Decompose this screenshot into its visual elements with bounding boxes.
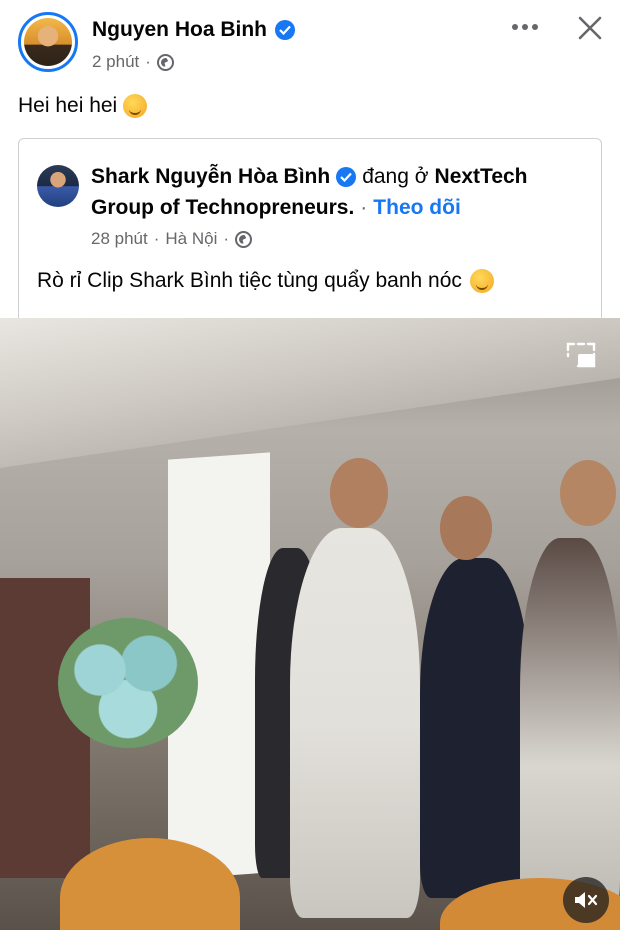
- partying-face-emoji: [123, 94, 148, 118]
- meta-separator: ·: [145, 52, 151, 71]
- shared-author-name[interactable]: Shark Nguyễn Hòa Bình: [91, 165, 330, 189]
- more-dot: [532, 24, 538, 30]
- video-scene-head: [440, 496, 492, 560]
- video-scene-person: [420, 558, 530, 898]
- video-scene-person: [520, 538, 620, 918]
- smirking-face-emoji: [469, 269, 494, 293]
- picture-in-picture-icon: [566, 342, 596, 368]
- shared-post-text: Rò rỉ Clip Shark Bình tiệc tùng quẩy ban…: [37, 269, 494, 293]
- author-name[interactable]: Nguyen Hoa Binh: [92, 18, 267, 42]
- more-options-button[interactable]: [508, 16, 542, 38]
- post-time[interactable]: 2 phút: [92, 52, 139, 72]
- shared-author-row: Shark Nguyễn Hòa Bình đang ở NextTech: [91, 165, 528, 189]
- more-dot: [522, 24, 528, 30]
- caption-text: Hei hei hei: [18, 94, 118, 117]
- more-options-icon: [512, 24, 518, 30]
- muted-speaker-icon: [575, 892, 598, 908]
- mute-button[interactable]: [563, 877, 609, 923]
- avatar-image: [24, 18, 72, 66]
- verified-badge-icon: [275, 20, 296, 40]
- at-text: đang ở: [362, 165, 429, 188]
- video-player[interactable]: [0, 318, 620, 930]
- globe-icon: [235, 230, 253, 248]
- place-name-part2[interactable]: Group of Technopreneurs.: [91, 196, 354, 220]
- close-icon: [578, 16, 602, 40]
- post-caption: Hei hei hei: [18, 94, 148, 118]
- separator: ·: [223, 229, 230, 248]
- follow-button[interactable]: Theo dõi: [373, 196, 461, 220]
- shared-post-location: Hà Nội: [165, 229, 218, 248]
- post-header: Nguyen Hoa Binh 2 phút ·: [0, 0, 620, 86]
- verified-badge-icon: [336, 167, 357, 187]
- globe-icon: [156, 53, 174, 71]
- author-row: Nguyen Hoa Binh: [92, 18, 296, 42]
- place-name-part1[interactable]: NextTech: [435, 165, 528, 189]
- close-button[interactable]: [574, 12, 606, 44]
- video-scene-flowers: [58, 618, 198, 748]
- video-scene-head: [560, 460, 616, 526]
- video-scene-ceiling: [0, 318, 620, 468]
- post-meta: 2 phút ·: [92, 52, 174, 72]
- author-avatar[interactable]: [18, 12, 78, 72]
- shared-post-card[interactable]: Shark Nguyễn Hòa Bình đang ở NextTech Gr…: [18, 138, 602, 318]
- shared-author-avatar[interactable]: [37, 165, 79, 207]
- picture-in-picture-button[interactable]: [564, 340, 598, 370]
- separator: ·: [153, 229, 160, 248]
- video-scene-head: [330, 458, 388, 528]
- shared-post-time[interactable]: 28 phút: [91, 229, 148, 249]
- shared-post-meta: 28 phút · Hà Nội ·: [91, 229, 253, 249]
- video-scene-person: [290, 528, 420, 918]
- separator: ·: [360, 196, 368, 219]
- shared-text: Rò rỉ Clip Shark Bình tiệc tùng quẩy ban…: [37, 269, 462, 292]
- shared-place-row: Group of Technopreneurs. · Theo dõi: [91, 196, 461, 220]
